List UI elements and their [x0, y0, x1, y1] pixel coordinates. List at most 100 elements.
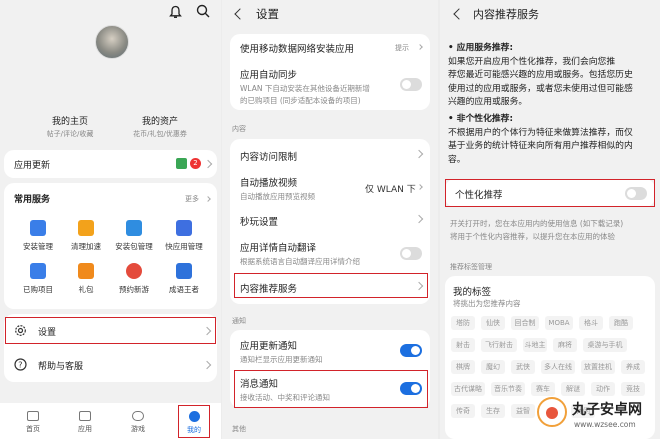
service-idiom-king[interactable]: 成语王者: [162, 263, 206, 295]
book-icon: [176, 263, 192, 279]
app-update-row[interactable]: 应用更新 2: [4, 150, 217, 178]
tag-chip[interactable]: 跑酷: [609, 316, 633, 330]
nav-label: 游戏: [131, 425, 145, 433]
gift-icon: [78, 263, 94, 279]
update-notify-toggle[interactable]: [400, 344, 422, 357]
avatar[interactable]: [95, 25, 129, 59]
autoplay-label: 自动播放视频: [240, 178, 298, 189]
my-home-link[interactable]: 我的主页 帖子/评论/收藏: [30, 114, 110, 139]
translate-toggle[interactable]: [400, 247, 422, 260]
tag-chip[interactable]: 格斗: [579, 316, 603, 330]
tag-chip[interactable]: 飞行射击: [481, 338, 517, 352]
section-content-label: 内容: [232, 125, 246, 133]
more-chevron-icon: [205, 196, 211, 202]
personal-rec-desc: 开关打开时，您在本应用内的使用信息 (如下载记录) 将用于个性化内容推荐，以提升…: [450, 216, 623, 242]
chevron-right-icon: [202, 360, 212, 370]
service-label: 安装包管理: [115, 242, 153, 251]
non-personal-title: • 非个性化推荐:: [448, 114, 513, 124]
tag-chip[interactable]: 传奇: [451, 404, 475, 418]
chevron-right-icon: [417, 184, 423, 190]
chevron-right-icon: [417, 44, 423, 50]
auto-sync-sub1: WLAN 下自动安装在其他设备近期新增: [240, 84, 370, 93]
content-restrict-label[interactable]: 内容访问限制: [240, 149, 297, 163]
tag-chip[interactable]: 益智: [511, 404, 535, 418]
update-notify-label: 应用更新通知: [240, 341, 298, 352]
app-rec-title: • 应用服务推荐:: [448, 43, 513, 53]
tag-chip[interactable]: 回合制: [511, 316, 539, 330]
nav-home[interactable]: 首页: [15, 411, 51, 434]
tag-chip[interactable]: 麻将: [553, 338, 577, 352]
common-services-title: 常用服务: [14, 195, 51, 205]
service-label: 成语王者: [169, 285, 199, 294]
back-arrow-icon[interactable]: [234, 8, 246, 20]
update-app-icon: [176, 158, 187, 169]
nav-games[interactable]: 游戏: [120, 411, 156, 434]
more-link[interactable]: 更多: [185, 194, 199, 204]
app-rec-line: 兴趣的应用或服务。: [448, 97, 528, 107]
tag-chip[interactable]: 斗地主: [523, 338, 547, 352]
tag-chip[interactable]: 射击: [451, 338, 475, 352]
service-reserve[interactable]: 预约新游: [112, 263, 156, 295]
app-rec-line: 使用过的应用或服务，或者您未使用过但可能感: [448, 83, 633, 94]
tag-chip[interactable]: 塔防: [451, 316, 475, 330]
tag-chip[interactable]: 音乐节奏: [491, 382, 525, 396]
service-label: 安装管理: [23, 242, 53, 251]
instant-play-label[interactable]: 秒玩设置: [240, 214, 278, 228]
tag-chip[interactable]: MOBA: [545, 316, 573, 330]
app-update-label: 应用更新: [14, 161, 51, 171]
autoplay-row[interactable]: 自动播放视频 自动播放应用预览视频: [240, 175, 315, 202]
tag-chip[interactable]: 放置挂机: [581, 360, 615, 374]
nav-label: 首页: [26, 425, 40, 433]
service-quick-app[interactable]: 快应用管理: [162, 220, 206, 252]
non-personal-line: 容。: [448, 154, 466, 165]
non-personal-line: 基于业务的统计特征来向所有用户推荐相似的内: [448, 141, 633, 151]
tag-chip[interactable]: 解谜: [561, 382, 585, 396]
app-rec-section: • 应用服务推荐: 如果您开启应用个性化推荐，我们会向您推 荐您最近可能感兴趣的…: [448, 42, 654, 110]
tag-chip[interactable]: 竞技: [621, 382, 645, 396]
help-label[interactable]: 帮助与客服: [38, 359, 83, 372]
tag-chip[interactable]: 武侠: [511, 360, 535, 374]
service-purchased[interactable]: 已购项目: [16, 263, 60, 295]
my-assets-label: 我的资产: [141, 117, 178, 127]
auto-sync-toggle[interactable]: [400, 78, 422, 91]
my-tags-sub: 将挑出为您推荐内容: [453, 299, 521, 308]
my-assets-link[interactable]: 我的资产 花币/礼包/优惠券: [120, 114, 200, 139]
tag-chip[interactable]: 桌游与手机: [583, 338, 627, 352]
my-home-label: 我的主页: [51, 117, 88, 127]
tag-chip[interactable]: 多人在线: [541, 360, 575, 374]
chevron-right-icon: [203, 159, 213, 169]
tag-chip[interactable]: 魔幻: [481, 360, 505, 374]
service-gift[interactable]: 礼包: [64, 263, 108, 295]
bell-icon[interactable]: [169, 5, 182, 19]
update-count-badge: 2: [190, 158, 201, 169]
tag-chip[interactable]: 仙侠: [481, 316, 505, 330]
mobile-install-value[interactable]: 提示: [395, 43, 409, 53]
tag-chip[interactable]: 棋牌: [451, 360, 475, 374]
nav-mine-highlight: [178, 405, 210, 438]
nav-apps[interactable]: 应用: [67, 411, 103, 434]
desc-line: 将用于个性化内容推荐，以提升您在本应用的体验: [450, 232, 615, 241]
recommend-service-highlight[interactable]: [234, 273, 428, 298]
install-card: 使用移动数据网络安装应用 提示 应用自动同步 WLAN 下自动安装在其他设备近期…: [230, 34, 430, 110]
service-install-mgmt[interactable]: 安装管理: [16, 220, 60, 252]
tag-chip[interactable]: 古代谋略: [451, 382, 485, 396]
section-notify-label: 通知: [232, 317, 246, 325]
broom-icon: [78, 220, 94, 236]
tag-chip[interactable]: 赛车: [531, 382, 555, 396]
app-rec-line: 荐您最近可能感兴趣的应用或服务。包括您历史: [448, 70, 633, 80]
nav-label: 应用: [78, 425, 92, 433]
install-mgmt-icon: [30, 220, 46, 236]
tag-chip[interactable]: 生存: [481, 404, 505, 418]
auto-sync-row: 应用自动同步 WLAN 下自动安装在其他设备近期新增 的已购项目 (同步适配本设…: [240, 67, 370, 106]
translate-label: 应用详情自动翻译: [240, 243, 317, 254]
update-notify-sub: 通知栏显示应用更新通知: [240, 355, 323, 364]
search-icon[interactable]: [196, 4, 210, 18]
tag-chip[interactable]: 动作: [591, 382, 615, 396]
autoplay-value[interactable]: 仅 WLAN 下: [365, 182, 416, 195]
tag-chip[interactable]: 养成: [621, 360, 645, 374]
settings-highlight[interactable]: [5, 317, 216, 344]
my-assets-sub: 花币/礼包/优惠券: [133, 130, 187, 138]
service-label: 礼包: [78, 285, 94, 294]
service-cleanup[interactable]: 清理加速: [64, 220, 108, 252]
service-package-mgmt[interactable]: 安装包管理: [112, 220, 156, 252]
